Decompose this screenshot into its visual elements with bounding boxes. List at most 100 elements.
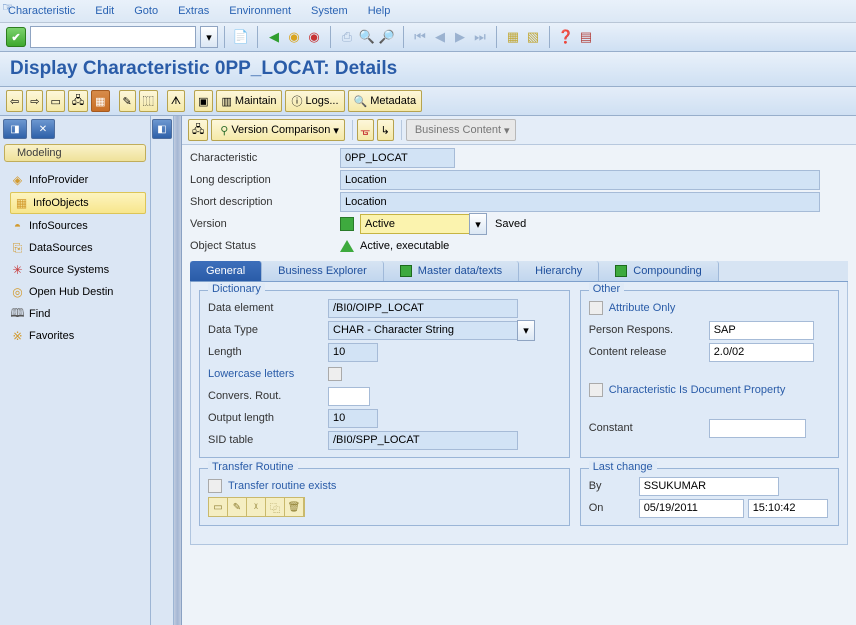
version-dd-icon[interactable]: ▾ — [469, 213, 487, 235]
release-label: Content release — [589, 346, 709, 358]
first-page-icon[interactable]: ⏮ — [410, 27, 430, 47]
by-value: SSUKUMAR — [639, 477, 779, 496]
version-comparison-button[interactable]: ⚲Version Comparison▾ — [211, 119, 345, 141]
cancel-icon[interactable]: ◉ — [304, 27, 324, 47]
sidebar-item-openhub[interactable]: ◎Open Hub Destin — [10, 282, 146, 302]
sidebar-item-datasources[interactable]: ⎘DataSources — [10, 238, 146, 258]
sid-value: /BI0/SPP_LOCAT — [328, 431, 518, 450]
tab-hierarchy[interactable]: Hierarchy — [519, 261, 599, 281]
menu-characteristic[interactable]: Characteristic — [8, 5, 75, 17]
menu-help[interactable]: Help — [368, 5, 391, 17]
last-page-icon[interactable]: ⏭ — [470, 27, 490, 47]
attribute-only-checkbox — [589, 301, 603, 315]
command-dropdown[interactable]: ▾ — [200, 26, 218, 48]
back-icon[interactable]: ◀ — [264, 27, 284, 47]
tab-bex[interactable]: Business Explorer — [262, 261, 384, 281]
sidebar-item-sourcesystems[interactable]: ✳Source Systems — [10, 260, 146, 280]
tool-btn-1[interactable]: ▭ — [46, 90, 64, 112]
tabstrip: General Business Explorer Master data/te… — [190, 261, 848, 545]
logs-label: Logs... — [305, 95, 338, 107]
prev-page-icon[interactable]: ◀ — [430, 27, 450, 47]
command-field[interactable] — [30, 26, 196, 48]
cube-icon: ◈ — [10, 173, 25, 187]
other-legend: Other — [589, 283, 625, 295]
routine-copy-icon[interactable]: ⿻ — [266, 498, 285, 516]
next-page-icon[interactable]: ▶ — [450, 27, 470, 47]
sidebar-item-label: InfoSources — [29, 220, 88, 232]
sidebar-item-label: Favorites — [29, 330, 74, 342]
asterisk-icon: ✳ — [10, 263, 25, 277]
help-icon[interactable]: ❓ — [556, 27, 576, 47]
sidebar-item-favorites[interactable]: ※Favorites — [10, 326, 146, 346]
menu-goto[interactable]: Goto — [134, 5, 158, 17]
sid-label: SID table — [208, 434, 328, 446]
business-content-label: Business Content — [415, 124, 501, 136]
maintain-label: Maintain — [235, 95, 277, 107]
data-type-value[interactable]: CHAR - Character String — [328, 321, 518, 340]
sidebar-item-infoprovider[interactable]: ◈InfoProvider — [10, 170, 146, 190]
tab-body-general: Dictionary Data element/BI0/OIPP_LOCAT D… — [190, 282, 848, 545]
group-transfer-routine: Transfer Routine Transfer routine exists… — [199, 468, 570, 526]
layout-icon[interactable]: ▤ — [576, 27, 596, 47]
tab-masterdata[interactable]: Master data/texts — [384, 261, 519, 281]
person-value: SAP — [709, 321, 814, 340]
search-icon: 🕮 — [10, 307, 25, 321]
menu-extras[interactable]: Extras — [178, 5, 209, 17]
sidebar-collapse-icon[interactable]: ◨ — [3, 119, 27, 139]
new-session-icon[interactable]: ▦ — [503, 27, 523, 47]
print-icon[interactable]: ⎙ — [337, 27, 357, 47]
business-content-button[interactable]: Business Content▾ — [406, 119, 516, 141]
logs-button[interactable]: ⓘLogs... — [285, 90, 344, 112]
find-next-icon[interactable]: 🔎 — [377, 27, 397, 47]
shortcut-icon[interactable]: ▧ — [523, 27, 543, 47]
length-value: 10 — [328, 343, 378, 362]
routine-display-icon[interactable]: ᵡ — [247, 498, 266, 516]
hierarchy-button[interactable]: ᗑ — [167, 90, 185, 112]
routine-create-icon[interactable]: ▭ — [209, 498, 228, 516]
sidebar-item-find[interactable]: 🕮Find — [10, 304, 146, 324]
routine-edit-icon[interactable]: ✎ — [228, 498, 247, 516]
find-icon[interactable]: 🔍 — [357, 27, 377, 47]
tool-btn-3[interactable]: ▦ — [91, 90, 109, 112]
obj-btn-hierarchy[interactable]: 🖧 — [188, 119, 208, 141]
on-date-value: 05/19/2011 — [639, 499, 744, 518]
check-button[interactable]: ▣ — [194, 90, 212, 112]
splitter-toggle-icon[interactable]: ◧ — [152, 119, 172, 139]
obj-btn-transport[interactable]: ᚗ — [357, 119, 374, 141]
tool-btn-2[interactable]: 🖧 — [68, 90, 88, 112]
short-desc-label: Short description — [190, 196, 340, 208]
content-area: 🖧 ⚲Version Comparison▾ ᚗ ↳ Business Cont… — [182, 116, 856, 625]
nav-back-button[interactable]: ⇦ — [6, 90, 23, 112]
version-dropdown[interactable]: Active — [360, 214, 470, 234]
save-icon[interactable]: 📄 — [231, 27, 251, 47]
sidebar-close-icon[interactable]: ✕ — [31, 119, 55, 139]
edit-button[interactable]: ✎ — [119, 90, 136, 112]
datatype-dd-icon[interactable]: ▾ — [517, 320, 535, 341]
lowercase-label: Lowercase letters — [208, 368, 328, 380]
tab-general[interactable]: General — [190, 261, 262, 281]
routine-delete-icon[interactable]: 🗑 — [285, 498, 304, 516]
metadata-button[interactable]: 🔍Metadata — [348, 90, 423, 112]
group-other: Other Attribute Only Person Respons.SAP … — [580, 290, 839, 458]
maintain-button[interactable]: ▥Maintain — [216, 90, 283, 112]
on-time-value: 15:10:42 — [748, 499, 828, 518]
characteristic-label: Characteristic — [190, 152, 340, 164]
long-desc-value: Location — [340, 170, 820, 190]
sidebar-item-infosources[interactable]: ◓InfoSources — [10, 216, 146, 236]
sidebar-item-infoobjects[interactable]: ▦InfoObjects — [10, 192, 146, 214]
constant-value — [709, 419, 806, 438]
menu-system[interactable]: System — [311, 5, 348, 17]
nav-fwd-button[interactable]: ⇨ — [26, 90, 43, 112]
menu-edit[interactable]: Edit — [95, 5, 114, 17]
tool-btn-5[interactable]: ⿲ — [139, 90, 158, 112]
obj-btn-whereused[interactable]: ↳ — [377, 119, 394, 141]
sidebar-top: ◨ ✕ — [0, 116, 150, 142]
transfer-legend: Transfer Routine — [208, 461, 298, 473]
tab-compounding[interactable]: Compounding — [599, 261, 719, 281]
menu-environment[interactable]: Environment — [229, 5, 291, 17]
data-element-value: /BI0/OIPP_LOCAT — [328, 299, 518, 318]
long-desc-label: Long description — [190, 174, 340, 186]
splitter[interactable] — [174, 116, 182, 625]
enter-icon[interactable]: ✔ — [6, 27, 26, 47]
exit-icon[interactable]: ◉ — [284, 27, 304, 47]
